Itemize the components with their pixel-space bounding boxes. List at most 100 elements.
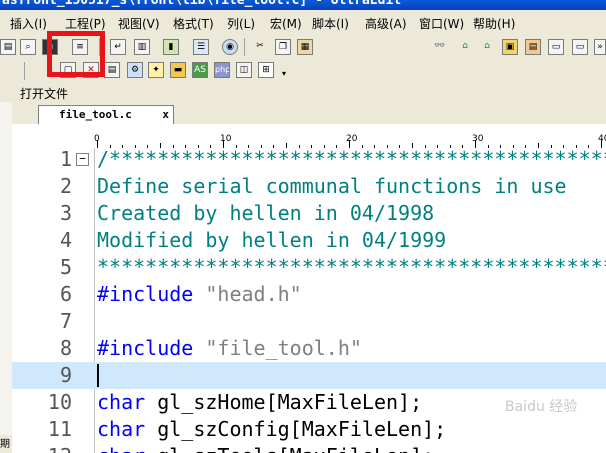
php-icon[interactable]: php <box>214 62 230 78</box>
paste-icon[interactable]: ▦ <box>297 39 313 55</box>
code-text: #include "file_tool.h" <box>97 335 362 362</box>
code-token: Modified by hellen in 04/1999 <box>97 228 447 252</box>
spell-check-icon[interactable]: ▮ <box>163 39 179 55</box>
line-number: 2 <box>59 174 72 198</box>
line-number: 8 <box>59 336 72 360</box>
code-line[interactable]: 5 ***************************************… <box>12 254 606 281</box>
code-text: /***************************************… <box>97 148 606 173</box>
code-line[interactable]: 9 <box>12 362 606 389</box>
settings-gear-icon[interactable]: ⚙ <box>127 62 143 78</box>
menu-format[interactable]: 格式(T) <box>173 15 214 32</box>
annotation-highlight-box <box>47 31 105 77</box>
code-token: /***************************************… <box>97 148 606 171</box>
print-preview-icon[interactable]: ⌕ <box>20 39 36 55</box>
cut-icon[interactable]: ✂ <box>252 39 268 55</box>
replace-icon[interactable]: ▤ <box>525 39 541 55</box>
line-number: 4 <box>59 228 72 252</box>
find-next-icon[interactable]: ⌂ <box>479 39 495 55</box>
line-number: 10 <box>47 390 72 414</box>
code-text: Modified by hellen in 04/1999 <box>97 227 446 254</box>
code-line[interactable]: 6 #include "head.h" <box>12 281 606 308</box>
code-token: #include <box>97 336 206 360</box>
find-in-files-icon[interactable]: ▣ <box>502 39 518 55</box>
toolbar-overflow-icon[interactable]: » <box>594 39 606 55</box>
code-line[interactable]: 11 char gl_szConfig[MaxFileLen]; <box>12 416 606 443</box>
code-line[interactable]: 4 Modified by hellen in 04/1999 <box>12 227 606 254</box>
open-files-panel-header: 打开文件 <box>0 82 606 103</box>
menu-window[interactable]: 窗口(W) <box>419 15 464 32</box>
toolbar-overflow-icon[interactable]: ▾ <box>280 67 288 77</box>
code-text: char gl_szConfig[MaxFileLen]; <box>97 416 446 443</box>
code-line[interactable]: 7 <box>12 308 606 335</box>
code-token: "head.h" <box>205 282 302 306</box>
code-line[interactable]: 12 char gl_szTools[MaxFileLen]; <box>12 443 606 453</box>
menu-help[interactable]: 帮助(H) <box>473 15 515 32</box>
code-token: gl_szHome[MaxFileLen]; <box>145 390 423 414</box>
open-files-panel-title: 打开文件 <box>20 87 69 101</box>
menu-insert[interactable]: 插入(I) <box>10 15 47 32</box>
browser-view-icon[interactable]: ◉ <box>222 39 238 55</box>
code-line[interactable]: 3 Created by hellen in 04/1998 <box>12 200 606 227</box>
code-line[interactable]: 8 #include "file_tool.h" <box>12 335 606 362</box>
bookmark-icon[interactable]: ▭ <box>548 39 564 55</box>
line-number: 1 <box>59 148 72 171</box>
light-bulb-icon[interactable]: ✦ <box>148 62 164 78</box>
template-icon[interactable]: ▤ <box>104 62 120 78</box>
code-text: char gl_szTools[MaxFileLen]; <box>97 443 434 453</box>
goto-line-icon[interactable]: ▭ <box>572 39 588 55</box>
watermark-text: Baidu 经验 <box>505 399 578 415</box>
code-text: Define serial communal functions in use <box>97 173 567 200</box>
code-token: gl_szConfig[MaxFileLen]; <box>145 417 447 441</box>
print-icon[interactable]: ▤ <box>0 39 16 55</box>
line-numbers-icon[interactable]: ☰ <box>193 39 209 55</box>
ruler-label: 20 <box>346 134 358 144</box>
code-text: Created by hellen in 04/1998 <box>97 200 434 227</box>
word-wrap-icon[interactable]: ↵ <box>110 39 126 55</box>
find-icon[interactable]: 👓 <box>432 39 448 55</box>
tab-label: file_tool.c <box>59 108 132 121</box>
code-token: Define serial communal functions in use <box>97 174 567 198</box>
code-text: ****************************************… <box>97 254 606 281</box>
code-line[interactable]: 2 Define serial communal functions in use <box>12 173 606 200</box>
code-token: "file_tool.h" <box>205 336 362 360</box>
line-number: 6 <box>59 282 72 306</box>
ruler-label: 30 <box>472 134 484 144</box>
ruler-label: 40 <box>598 134 606 144</box>
menu-view[interactable]: 视图(V) <box>118 15 160 32</box>
toolbar-separator <box>24 62 25 80</box>
close-icon[interactable]: x <box>162 106 169 123</box>
code-line[interactable]: 1−/*************************************… <box>12 148 606 173</box>
column-ruler: 0 10 20 30 40 <box>12 124 606 149</box>
actionscript-icon[interactable]: AS <box>192 62 208 78</box>
code-token: ****************************************… <box>97 255 606 279</box>
menu-project[interactable]: 工程(P) <box>65 15 106 32</box>
line-number: 5 <box>59 255 72 279</box>
ruler-label: 0 <box>94 134 100 144</box>
code-token: Created by hellen in 04/1998 <box>97 201 435 225</box>
folder-icon[interactable]: ▬ <box>170 62 186 78</box>
menu-script[interactable]: 脚本(I) <box>312 15 349 32</box>
browser-icon[interactable]: ◫ <box>236 62 252 78</box>
line-number: 11 <box>47 417 72 441</box>
window-title: asfront_150517_s\front\lib\file_tool.c] … <box>2 0 402 8</box>
line-number: 3 <box>59 201 72 225</box>
title-bar: asfront_150517_s\front\lib\file_tool.c] … <box>0 0 606 10</box>
fold-toggle-icon[interactable]: − <box>76 153 89 166</box>
menu-macro[interactable]: 宏(M) <box>270 15 302 32</box>
menu-column[interactable]: 列(L) <box>227 15 255 32</box>
code-token: gl_szTools[MaxFileLen]; <box>145 444 434 453</box>
line-number: 12 <box>42 443 72 453</box>
code-text: #include "head.h" <box>97 281 302 308</box>
menu-advanced[interactable]: 高级(A) <box>365 15 407 32</box>
line-number: 7 <box>59 309 72 333</box>
copy-icon[interactable]: ❐ <box>275 39 291 55</box>
column-mode-icon[interactable]: ▥ <box>134 39 150 55</box>
windows-icon[interactable]: ⊞ <box>258 62 274 78</box>
code-text: char gl_szHome[MaxFileLen]; <box>97 389 422 416</box>
code-token: char <box>97 390 146 414</box>
line-number: 9 <box>59 363 72 387</box>
text-caret <box>97 364 99 387</box>
tab-file-tool-c[interactable]: file_tool.c x <box>38 105 174 124</box>
code-token: char <box>97 444 145 453</box>
find-previous-icon[interactable]: ⌂ <box>457 39 473 55</box>
